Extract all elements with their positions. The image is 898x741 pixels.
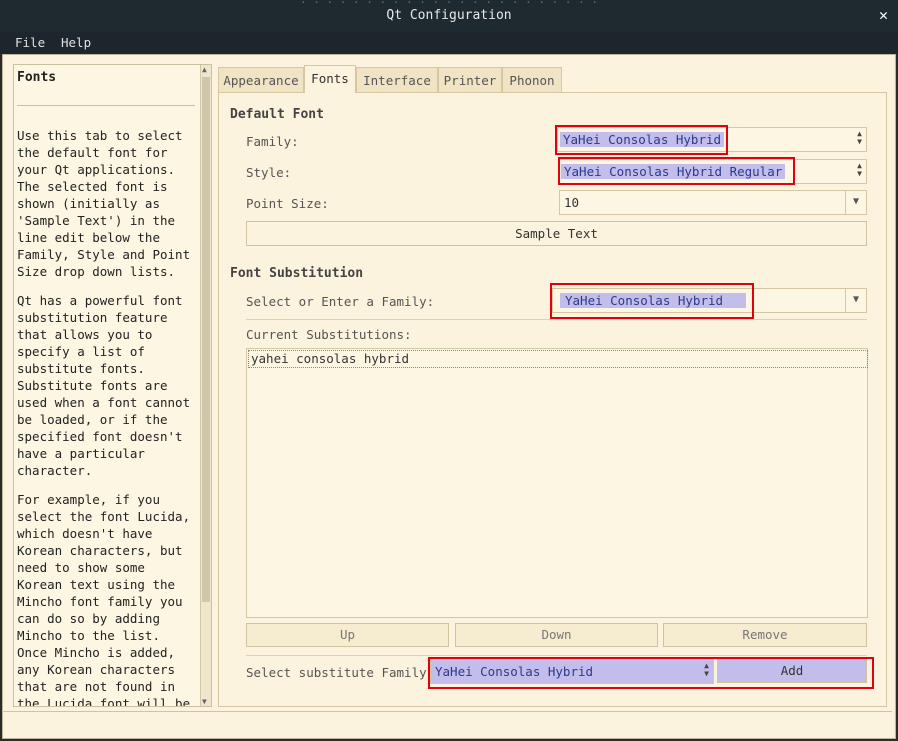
- add-button[interactable]: Add: [717, 659, 867, 683]
- select-family-value: YaHei Consolas Hybrid: [560, 293, 746, 308]
- help-paragraph: Use this tab to select the default font …: [17, 128, 191, 279]
- select-family-label: Select or Enter a Family:: [246, 294, 435, 309]
- tab-appearance[interactable]: Appearance: [218, 67, 304, 93]
- select-family-combo[interactable]: YaHei Consolas Hybrid ▼: [552, 288, 867, 313]
- default-font-title: Default Font: [230, 107, 324, 122]
- substitute-family-combo[interactable]: YaHei Consolas Hybrid ▲ ▼: [430, 659, 714, 684]
- menu-bar: File Help: [0, 32, 898, 54]
- menu-file[interactable]: File: [15, 35, 45, 50]
- divider: [246, 319, 867, 320]
- status-bar: [2, 711, 892, 713]
- chevron-down-icon[interactable]: ▼: [845, 191, 866, 214]
- main-window: Fonts Use this tab to select the default…: [2, 54, 896, 739]
- scroll-down-icon[interactable]: ▼: [202, 697, 207, 706]
- down-button[interactable]: Down: [455, 623, 658, 647]
- family-label: Family:: [246, 134, 299, 149]
- substitute-family-value: YaHei Consolas Hybrid: [435, 664, 594, 679]
- scroll-up-icon[interactable]: ▲: [202, 65, 207, 74]
- window-title: Qt Configuration: [386, 8, 512, 23]
- font-substitution-title: Font Substitution: [230, 266, 364, 281]
- help-paragraph: For example, if you select the font Luci…: [17, 492, 191, 707]
- chevron-down-icon[interactable]: ▼: [845, 289, 866, 312]
- point-size-combo[interactable]: 10 ▼: [559, 190, 867, 215]
- family-combo[interactable]: YaHei Consolas Hybrid ▲ ▼: [557, 127, 867, 152]
- list-item[interactable]: yahei consolas hybrid: [248, 350, 868, 368]
- menu-help[interactable]: Help: [61, 35, 91, 50]
- point-size-label: Point Size:: [246, 196, 329, 211]
- help-divider: [17, 105, 195, 106]
- help-title: Fonts: [17, 70, 57, 85]
- style-label: Style:: [246, 165, 292, 180]
- substitute-family-label: Select substitute Family:: [246, 665, 435, 680]
- tab-fonts[interactable]: Fonts: [304, 65, 356, 93]
- remove-button[interactable]: Remove: [663, 623, 867, 647]
- point-size-value: 10: [564, 195, 580, 210]
- style-combo[interactable]: YaHei Consolas Hybrid Regular ▲ ▼: [559, 159, 867, 184]
- spin-arrows-icon[interactable]: ▲ ▼: [857, 162, 862, 178]
- background-window-title: . . . . . . . . . . . . . . . . . . . . …: [300, 0, 598, 6]
- spin-arrows-icon[interactable]: ▲ ▼: [857, 130, 862, 146]
- style-value: YaHei Consolas Hybrid Regular: [561, 164, 786, 179]
- sample-text-field[interactable]: Sample Text: [246, 221, 867, 246]
- spin-arrows-icon[interactable]: ▲ ▼: [704, 662, 709, 678]
- up-button[interactable]: Up: [246, 623, 449, 647]
- title-bar: . . . . . . . . . . . . . . . . . . . . …: [0, 0, 898, 33]
- help-paragraph: Qt has a powerful font substitution feat…: [17, 293, 191, 478]
- close-icon[interactable]: ✕: [879, 6, 888, 24]
- help-pane: Fonts Use this tab to select the default…: [13, 64, 212, 707]
- current-substitutions-label: Current Substitutions:: [246, 327, 412, 342]
- divider: [246, 655, 867, 656]
- help-text: Use this tab to select the default font …: [17, 127, 197, 707]
- tab-interface[interactable]: Interface: [356, 67, 438, 93]
- family-value: YaHei Consolas Hybrid: [560, 132, 725, 147]
- scroll-thumb[interactable]: [202, 77, 210, 602]
- tab-phonon[interactable]: Phonon: [502, 67, 562, 93]
- substitutions-list[interactable]: yahei consolas hybrid: [246, 348, 868, 618]
- tab-printer[interactable]: Printer: [438, 67, 502, 93]
- help-scrollbar[interactable]: ▲ ▼: [200, 65, 211, 706]
- fonts-panel: Default Font Family: YaHei Consolas Hybr…: [218, 92, 887, 707]
